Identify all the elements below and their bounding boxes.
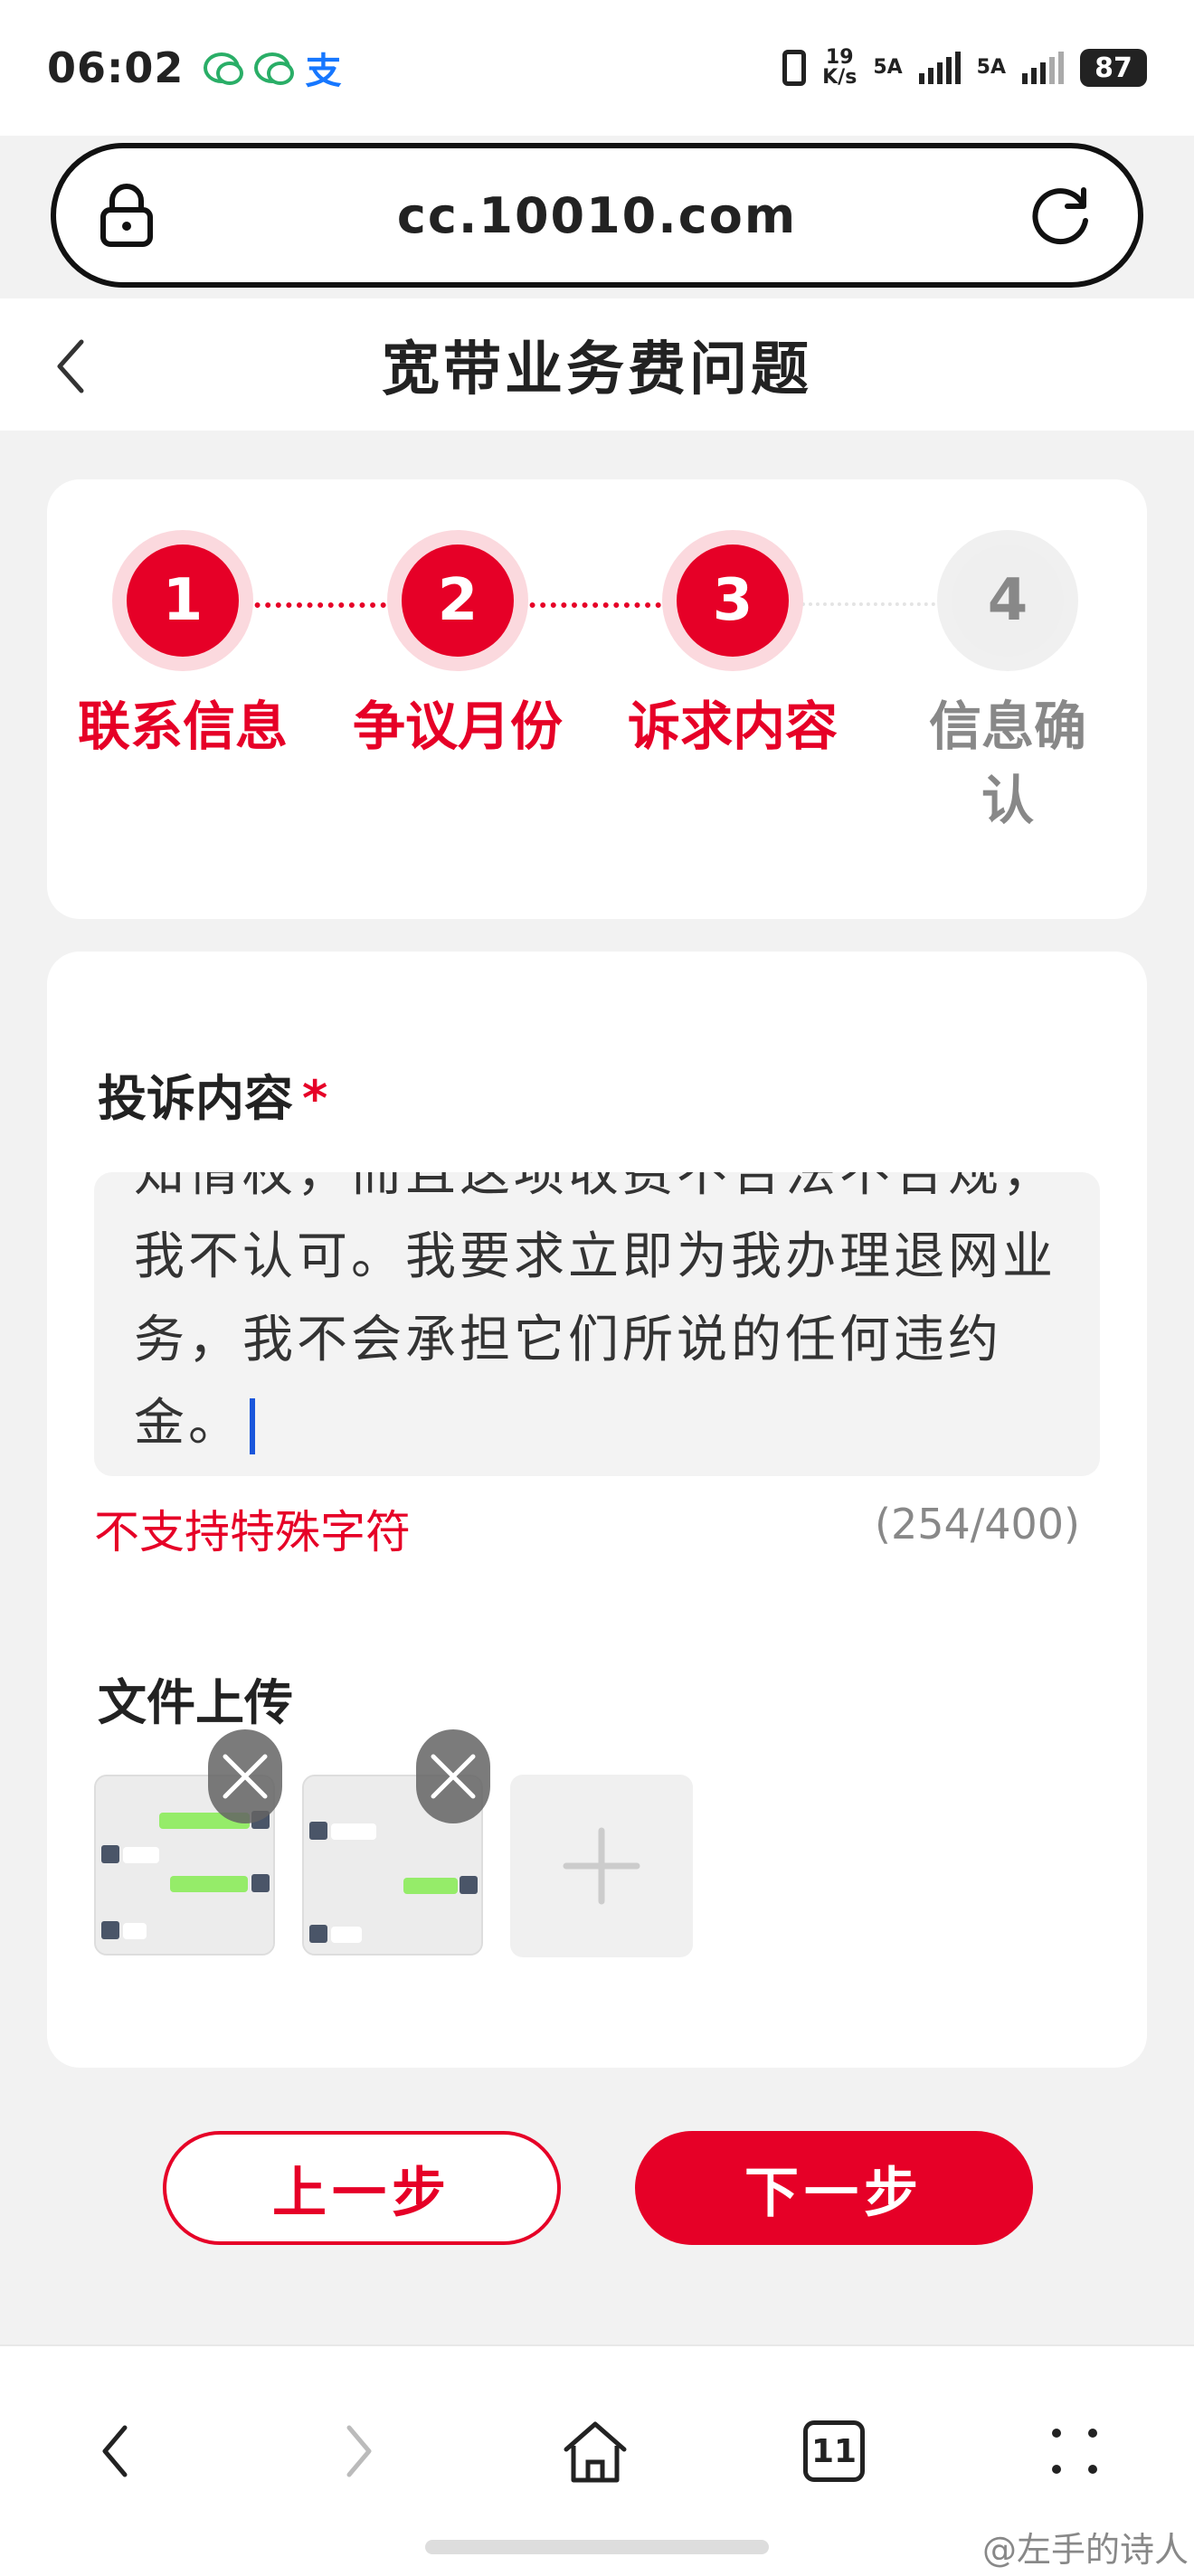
- status-time: 06:02: [47, 43, 185, 92]
- char-counter: (254/400): [875, 1500, 1080, 1548]
- notification-icons: 支: [204, 42, 341, 94]
- step-label: 诉求内容: [627, 696, 838, 757]
- complaint-textarea[interactable]: 知情权，而且这项收费不合法不合规，我不认可。我要求立即为我办理退网业务，我不会承…: [94, 1172, 1100, 1476]
- step-number: 1: [127, 545, 239, 657]
- step-number: 3: [677, 545, 789, 657]
- remove-image-button[interactable]: [416, 1729, 490, 1823]
- uploaded-image-thumbnail[interactable]: [94, 1729, 282, 1956]
- remove-image-button[interactable]: [208, 1729, 282, 1823]
- previous-step-button[interactable]: 上一步: [163, 2131, 561, 2245]
- special-char-hint: 不支持特殊字符: [94, 1506, 411, 1558]
- network-speed-unit: K/s: [822, 66, 858, 89]
- forward-arrow-icon: [346, 2425, 372, 2477]
- nav-back-button[interactable]: [80, 2415, 152, 2487]
- vibrate-icon: [782, 50, 807, 86]
- network-speed: 19 K/s: [822, 48, 857, 88]
- step-label: 联系信息: [77, 696, 288, 757]
- upload-label: 文件上传: [98, 1674, 293, 1731]
- tab-count: 11: [803, 2420, 865, 2482]
- next-step-button[interactable]: 下一步: [635, 2131, 1033, 2245]
- status-bar: 06:02 支 19 K/s 5A 5A 87: [0, 0, 1194, 136]
- text-cursor: [250, 1397, 255, 1454]
- signal-label-1: 5A: [873, 56, 903, 79]
- complaint-form-card: 投诉内容 * 知情权，而且这项收费不合法不合规，我不认可。我要求立即为我办理退网业…: [47, 952, 1147, 2068]
- nav-home-button[interactable]: [559, 2415, 631, 2487]
- signal-strength-icon: [918, 52, 961, 84]
- close-icon: [431, 1754, 476, 1799]
- back-arrow-icon[interactable]: [51, 335, 90, 398]
- complaint-text: 知情权，而且这项收费不合法不合规，我不认可。我要求立即为我办理退网业务，我不会承…: [134, 1172, 1057, 1453]
- plus-icon: [563, 1827, 640, 1905]
- url-text[interactable]: cc.10010.com: [397, 187, 797, 244]
- step-2: 2 争议月份: [322, 530, 593, 763]
- page-title: 宽带业务费问题: [382, 336, 812, 403]
- home-icon: [564, 2421, 627, 2483]
- step-4: 4 信息确认: [917, 530, 1098, 838]
- required-mark: *: [302, 1070, 328, 1127]
- nav-tabs-button[interactable]: 11: [798, 2415, 870, 2487]
- wechat-icon: [254, 52, 295, 85]
- address-bar[interactable]: cc.10010.com: [51, 143, 1143, 288]
- complaint-label-text: 投诉内容: [98, 1070, 293, 1127]
- refresh-icon[interactable]: [1026, 181, 1094, 250]
- step-label: 信息确认: [928, 696, 1086, 831]
- add-image-button[interactable]: [510, 1775, 693, 1957]
- step-label: 争议月份: [352, 696, 563, 757]
- status-right: 19 K/s 5A 5A 87: [782, 48, 1147, 88]
- nav-forward-button[interactable]: [322, 2415, 394, 2487]
- lock-icon[interactable]: [100, 181, 154, 248]
- home-indicator[interactable]: [425, 2540, 769, 2554]
- nav-menu-button[interactable]: [1038, 2415, 1111, 2487]
- step-number: 4: [952, 545, 1064, 657]
- wechat-icon: [204, 52, 244, 85]
- uploaded-image-thumbnail[interactable]: [302, 1729, 490, 1956]
- watermark: @左手的诗人: [981, 2530, 1189, 2570]
- step-3: 3 诉求内容: [597, 530, 868, 763]
- signal-strength-icon: [1022, 52, 1064, 84]
- alipay-icon: 支: [305, 51, 342, 92]
- close-icon: [223, 1754, 268, 1799]
- step-number: 2: [402, 545, 514, 657]
- menu-dots-icon: [1052, 2429, 1097, 2474]
- upload-row: [94, 1729, 693, 1957]
- battery-indicator: 87: [1080, 49, 1147, 87]
- signal-label-2: 5A: [976, 56, 1006, 79]
- step-1: 1 联系信息: [47, 530, 318, 763]
- back-arrow-icon: [102, 2425, 128, 2477]
- progress-steps-card: 1 联系信息 2 争议月份 3 诉求内容 4 信息确认: [47, 479, 1147, 919]
- page-header: 宽带业务费问题: [0, 298, 1194, 431]
- complaint-label: 投诉内容 *: [98, 1058, 327, 1130]
